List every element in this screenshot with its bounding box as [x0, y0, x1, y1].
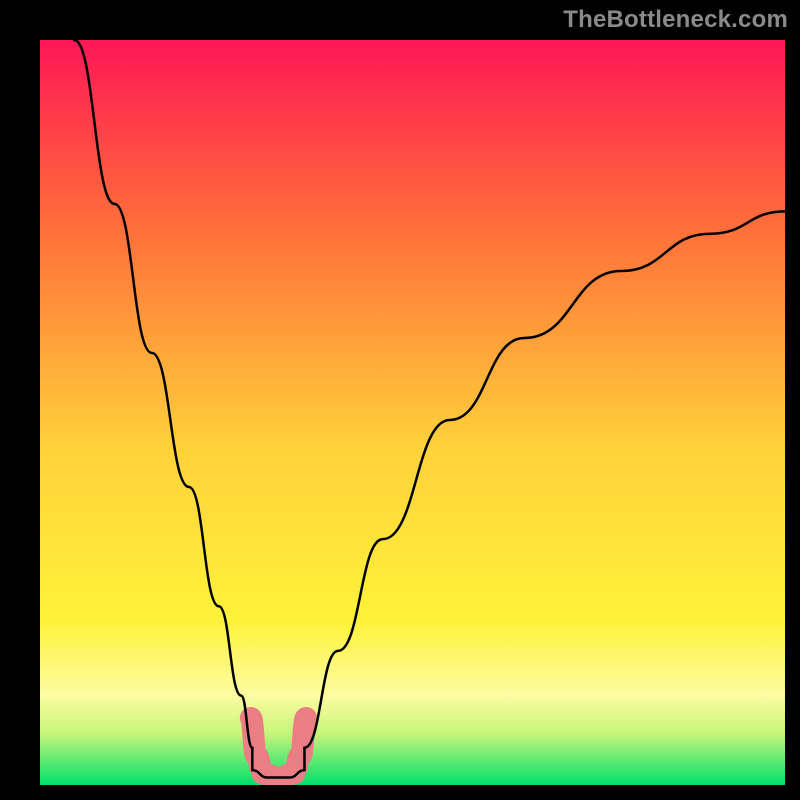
plot-area	[40, 40, 785, 785]
bottleneck-curve-chart	[40, 40, 785, 785]
watermark-text: TheBottleneck.com	[563, 6, 788, 34]
gradient-background	[40, 40, 785, 785]
chart-frame: TheBottleneck.com	[0, 0, 800, 800]
